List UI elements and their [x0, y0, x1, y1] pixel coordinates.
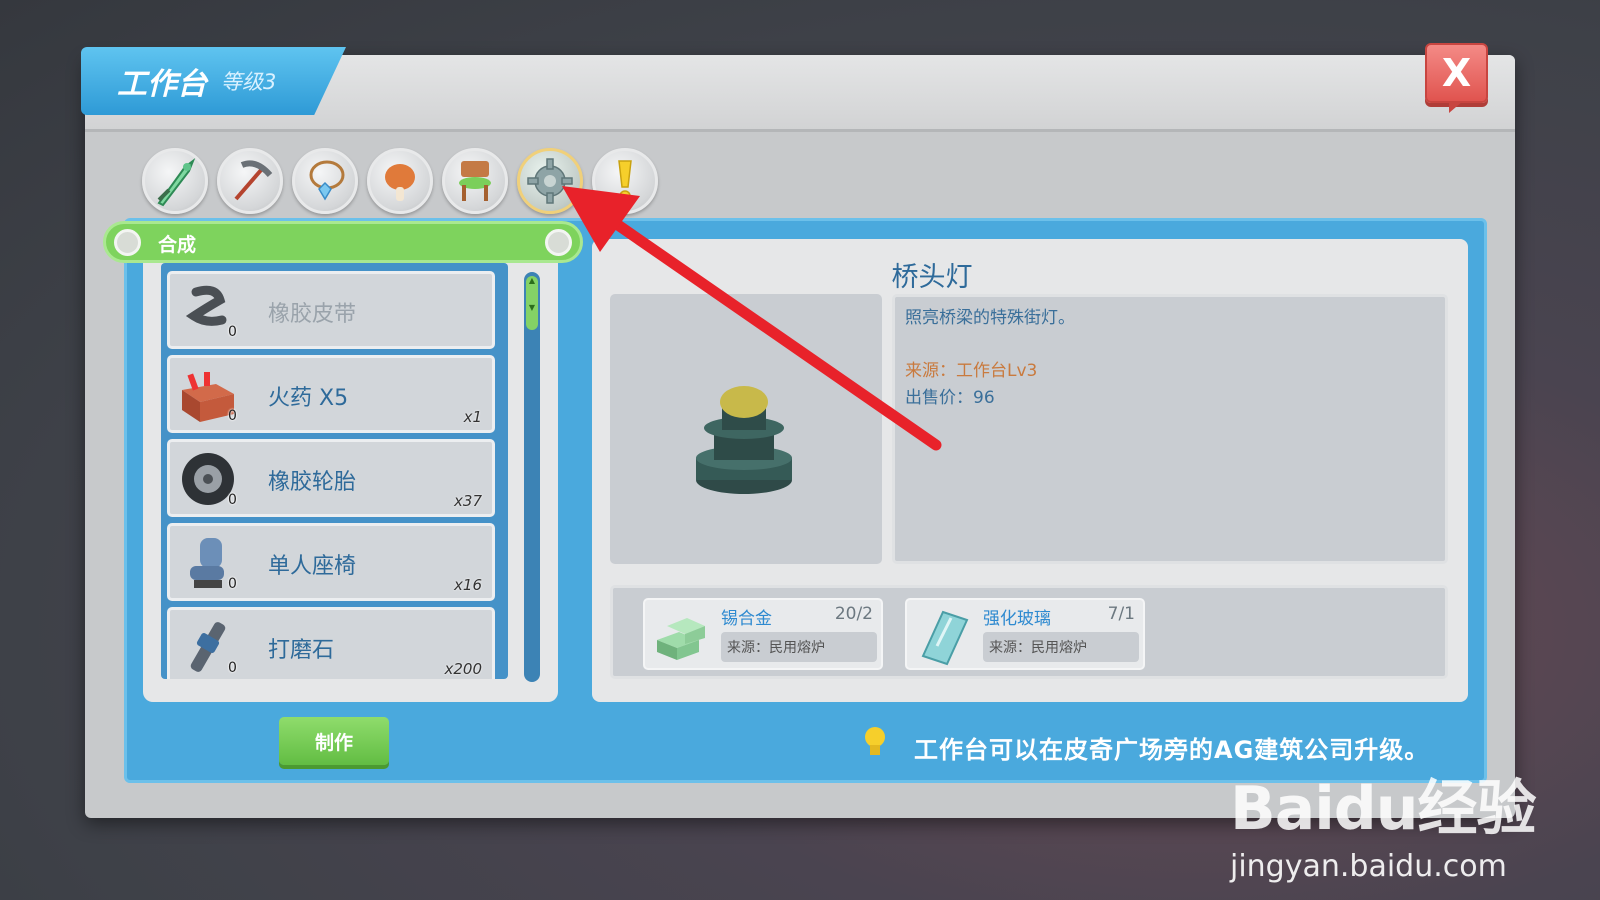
recipe-scrollbar[interactable]: ▲ ▼: [524, 272, 540, 682]
title-tab: 工作台 等级3: [81, 47, 346, 115]
item-count: 0: [228, 576, 237, 592]
item-qty: x200: [444, 660, 482, 678]
meat-icon: [385, 164, 415, 201]
category-necklace-icon[interactable]: [292, 148, 358, 214]
item-count: 0: [228, 324, 237, 340]
scroll-up-icon: ▲: [528, 276, 536, 285]
item-count: 0: [228, 408, 237, 424]
category-gear-icon[interactable]: [517, 148, 583, 214]
material-qty: 20/2: [834, 604, 873, 624]
section-knob-right: [545, 229, 572, 256]
material-qty: 7/1: [1107, 604, 1135, 624]
item-count: 0: [228, 660, 237, 676]
make-button[interactable]: 制作: [279, 717, 389, 765]
materials-area: 锡合金 20/2 来源：民用熔炉 强化玻璃 7/1 来源：民用熔炉: [610, 585, 1448, 679]
chair-icon: [459, 161, 491, 201]
scroll-down-icon: ▼: [528, 303, 536, 312]
category-meat-icon[interactable]: [367, 148, 433, 214]
item-qty: x16: [454, 576, 482, 594]
watermark-url: jingyan.baidu.com: [1230, 849, 1507, 884]
material-source: 来源：民用熔炉: [983, 632, 1139, 662]
item-price: 出售价：96: [905, 388, 995, 408]
recipe-item[interactable]: 0 单人座椅 x16: [167, 523, 495, 601]
material-name: 锡合金: [721, 609, 772, 629]
close-icon: X: [1441, 51, 1472, 95]
close-button[interactable]: X: [1425, 43, 1488, 113]
item-description: 照亮桥梁的特殊街灯。: [905, 308, 1075, 328]
category-sword-icon[interactable]: [142, 148, 208, 214]
item-name: 打磨石: [268, 638, 335, 663]
recipe-item[interactable]: 0 打磨石 x200: [167, 607, 495, 679]
exclamation-icon: [618, 160, 632, 202]
window-title: 工作台: [117, 67, 207, 102]
section-label: 合成: [158, 234, 197, 256]
section-header[interactable]: 合成: [103, 221, 583, 263]
watermark: Baidu经验 jingyan.baidu.com: [1230, 760, 1536, 884]
sword-icon: [157, 158, 196, 207]
item-count: 0: [228, 492, 237, 508]
section-knob-left: [114, 229, 141, 256]
watermark-logo: Baidu经验: [1230, 774, 1536, 844]
lightbulb-icon: [865, 727, 885, 755]
scroll-thumb[interactable]: ▲ ▼: [526, 276, 538, 330]
pickaxe-icon: [234, 160, 273, 201]
material-name: 强化玻璃: [983, 609, 1051, 629]
item-name: 橡胶皮带: [268, 302, 357, 327]
item-name: 火药 X5: [268, 386, 349, 411]
material-source: 来源：民用熔炉: [721, 632, 877, 662]
tin-alloy-icon: [657, 618, 705, 660]
recipe-item[interactable]: 0 橡胶皮带: [167, 271, 495, 349]
glass-pane-icon: [921, 610, 969, 666]
item-qty: x1: [463, 408, 482, 426]
category-pickaxe-icon[interactable]: [217, 148, 283, 214]
item-source: 来源：工作台Lv3: [905, 361, 1038, 381]
item-description-box: 照亮桥梁的特殊街灯。 来源：工作台Lv3 出售价：96: [892, 294, 1448, 564]
material-card[interactable]: 强化玻璃 7/1 来源：民用熔炉: [905, 598, 1145, 670]
item-preview: [610, 294, 882, 564]
category-exclamation-icon[interactable]: [592, 148, 658, 214]
item-qty: x37: [454, 492, 482, 510]
gear-icon: [527, 158, 573, 204]
material-card[interactable]: 锡合金 20/2 来源：民用熔炉: [643, 598, 883, 670]
recipe-item[interactable]: 0 火药 X5 x1: [167, 355, 495, 433]
item-name: 单人座椅: [268, 554, 357, 579]
item-title: 桥头灯: [891, 262, 973, 293]
category-chair-icon[interactable]: [442, 148, 508, 214]
item-detail-panel: 桥头灯 照亮桥梁的特殊街灯。 来源：工作台Lv3 出售价：96 锡合金 20/2…: [592, 239, 1468, 702]
item-name: 橡胶轮胎: [268, 470, 357, 495]
necklace-icon: [309, 160, 345, 201]
recipe-list[interactable]: 0 橡胶皮带 0 火药 X5 x1 0 橡胶轮胎 x37 0 单人座椅 x16 …: [161, 263, 508, 679]
window-level: 等级3: [221, 70, 277, 94]
recipe-item[interactable]: 0 橡胶轮胎 x37: [167, 439, 495, 517]
bridge-lamp-icon: [696, 386, 792, 494]
